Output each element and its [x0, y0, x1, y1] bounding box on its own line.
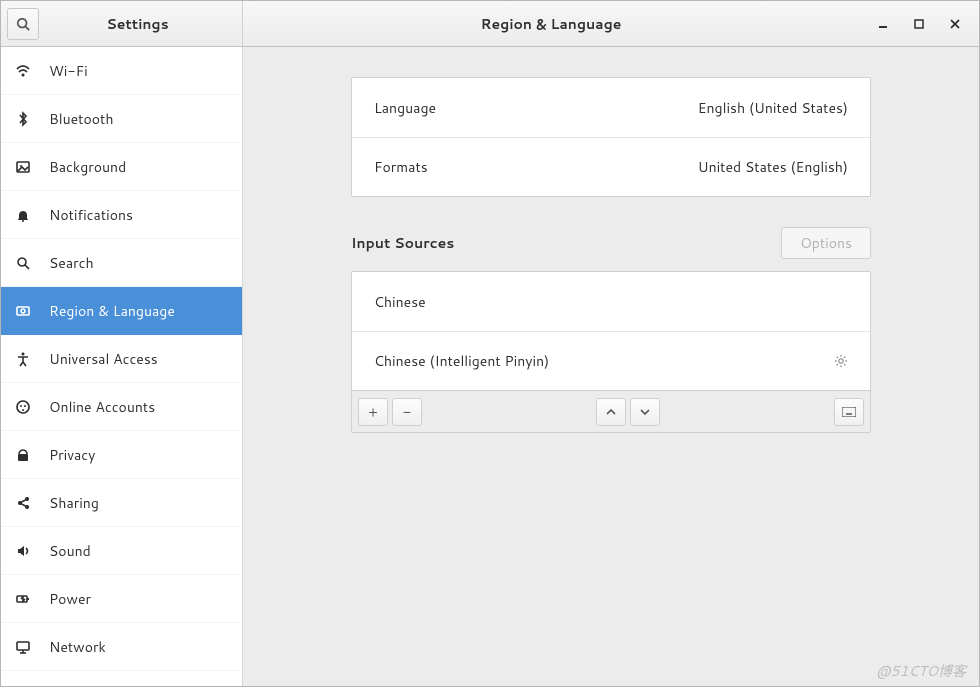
source-prefs-button[interactable] — [834, 354, 848, 368]
settings-panel: Language English (United States) Formats Un… — [351, 77, 871, 433]
sidebar: Wi-Fi Bluetooth Background Notifications Sea… — [1, 47, 243, 686]
gear-icon — [834, 354, 848, 368]
sidebar-title: Settings — [39, 14, 236, 34]
maximize-icon — [914, 19, 924, 29]
search-button[interactable] — [7, 8, 39, 40]
row-value: United States (English) — [698, 157, 848, 177]
titlebar: Settings Region & Language — [1, 1, 979, 47]
titlebar-left: Settings — [1, 1, 243, 46]
sidebar-item-label: Notifications — [49, 205, 133, 225]
sidebar-item-sound[interactable]: Sound — [1, 527, 242, 575]
move-up-button[interactable] — [596, 398, 626, 426]
network-icon — [15, 639, 33, 655]
input-options-button[interactable]: Options — [781, 227, 871, 259]
row-label: Formats — [374, 157, 428, 177]
search-icon — [15, 255, 33, 271]
sidebar-item-label: Network — [49, 637, 106, 657]
window-controls — [859, 1, 979, 46]
sidebar-item-label: Universal Access — [49, 349, 158, 369]
bell-icon — [15, 207, 33, 223]
sidebar-item-label: Online Accounts — [49, 397, 155, 417]
search-icon — [16, 17, 30, 31]
window-body: Wi-Fi Bluetooth Background Notifications Sea… — [1, 47, 979, 686]
source-label: Chinese — [374, 292, 426, 312]
sidebar-item-online[interactable]: Online Accounts — [1, 383, 242, 431]
sidebar-item-access[interactable]: Universal Access — [1, 335, 242, 383]
sidebar-item-label: Power — [49, 589, 91, 609]
content-area: Language English (United States) Formats Un… — [243, 47, 979, 686]
sidebar-item-label: Search — [49, 253, 94, 273]
sidebar-item-privacy[interactable]: Privacy — [1, 431, 242, 479]
plus-icon: + — [368, 402, 378, 422]
sidebar-item-network[interactable]: Network — [1, 623, 242, 671]
sidebar-item-search[interactable]: Search — [1, 239, 242, 287]
watermark: @51CTO博客 — [876, 661, 966, 681]
access-icon — [15, 351, 33, 367]
sidebar-item-label: Privacy — [49, 445, 95, 465]
row-value: English (United States) — [698, 98, 848, 118]
close-button[interactable] — [941, 10, 969, 38]
input-source-row[interactable]: Chinese (Intelligent Pinyin) — [352, 331, 870, 390]
online-icon — [15, 399, 33, 415]
settings-row-formats[interactable]: Formats United States (English) — [352, 137, 870, 196]
wifi-icon — [15, 63, 33, 79]
input-sources-heading: Input Sources — [351, 233, 454, 253]
settings-window: Settings Region & Language Wi-Fi Bluetoot… — [0, 0, 980, 687]
input-sources-list: Chinese Chinese (Intelligent Pinyin) + − — [351, 271, 871, 433]
chevron-up-icon — [606, 407, 616, 417]
share-icon — [15, 495, 33, 511]
sidebar-item-power[interactable]: Power — [1, 575, 242, 623]
sidebar-item-label: Sound — [49, 541, 91, 561]
region-icon — [15, 303, 33, 319]
sidebar-item-bell[interactable]: Notifications — [1, 191, 242, 239]
maximize-button[interactable] — [905, 10, 933, 38]
power-icon — [15, 591, 33, 607]
minimize-icon — [878, 19, 888, 29]
row-label: Language — [374, 98, 436, 118]
keyboard-icon — [842, 407, 856, 417]
input-sources-toolbar: + − — [352, 390, 870, 432]
input-source-row[interactable]: Chinese — [352, 272, 870, 331]
input-sources-rows: Chinese Chinese (Intelligent Pinyin) — [352, 272, 870, 390]
sidebar-item-label: Background — [49, 157, 126, 177]
chevron-down-icon — [640, 407, 650, 417]
sidebar-item-label: Region & Language — [49, 301, 175, 321]
input-sources-header: Input Sources Options — [351, 227, 871, 259]
sidebar-item-region[interactable]: Region & Language — [1, 287, 242, 335]
settings-row-language[interactable]: Language English (United States) — [352, 78, 870, 137]
source-label: Chinese (Intelligent Pinyin) — [374, 351, 549, 371]
sidebar-item-wifi[interactable]: Wi-Fi — [1, 47, 242, 95]
add-source-button[interactable]: + — [358, 398, 388, 426]
language-formats-list: Language English (United States) Formats Un… — [351, 77, 871, 197]
sidebar-item-bluetooth[interactable]: Bluetooth — [1, 95, 242, 143]
close-icon — [950, 19, 960, 29]
minimize-button[interactable] — [869, 10, 897, 38]
move-down-button[interactable] — [630, 398, 660, 426]
sidebar-item-label: Wi-Fi — [49, 61, 88, 81]
sound-icon — [15, 543, 33, 559]
sidebar-item-share[interactable]: Sharing — [1, 479, 242, 527]
sidebar-item-background[interactable]: Background — [1, 143, 242, 191]
minus-icon: − — [403, 402, 411, 422]
show-layout-button[interactable] — [834, 398, 864, 426]
privacy-icon — [15, 447, 33, 463]
sidebar-item-label: Sharing — [49, 493, 99, 513]
remove-source-button[interactable]: − — [392, 398, 422, 426]
bluetooth-icon — [15, 111, 33, 127]
page-title: Region & Language — [243, 1, 859, 46]
sidebar-item-label: Bluetooth — [49, 109, 113, 129]
background-icon — [15, 159, 33, 175]
